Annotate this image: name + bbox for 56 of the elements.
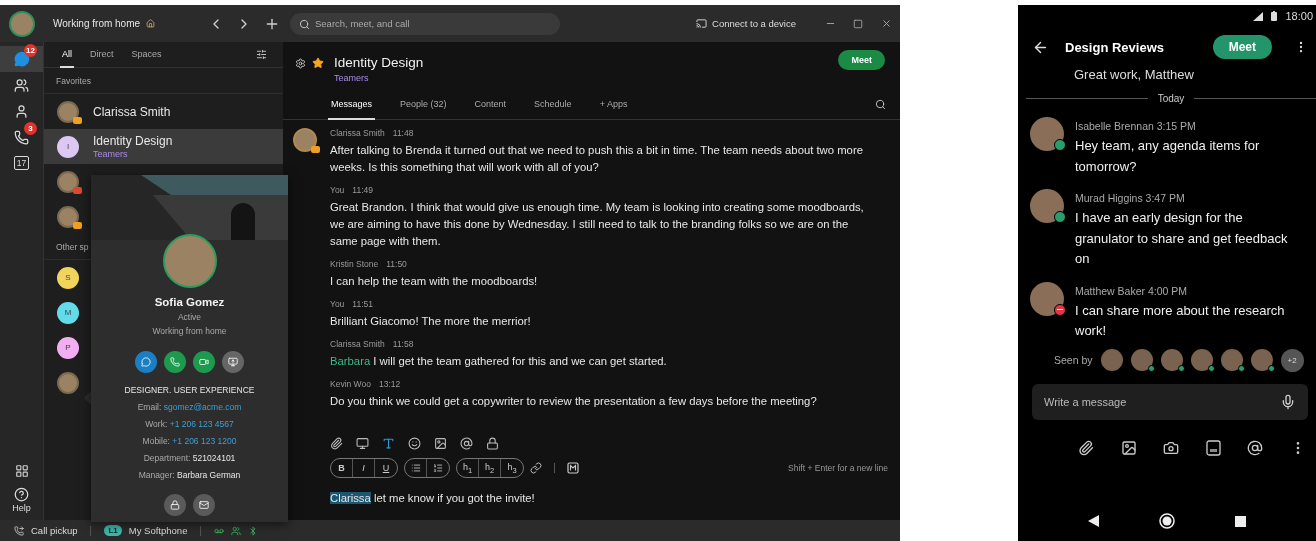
contact-field: Mobile: +1 206 123 1200 bbox=[142, 436, 237, 446]
job-title: DESIGNER. USER EXPERIENCE bbox=[124, 385, 255, 395]
contact-field: Email: sgomez@acme.com bbox=[137, 402, 242, 412]
team-name: Teamers bbox=[334, 73, 370, 83]
sender-name: You bbox=[330, 299, 345, 309]
team-name: Teamers bbox=[93, 149, 129, 159]
message-text: Great Brandon. I think that would give us enough time. My team is looking into creating some moodboards, we are aiming to have this done by Wednesday. I still need to talk to the branding folks so we are on the same page with them. bbox=[330, 200, 865, 249]
message-meta: Matthew Baker 4:00 PM bbox=[1075, 284, 1189, 297]
message-time: 11:48 bbox=[392, 128, 414, 138]
mention-chip: Clarissa bbox=[330, 492, 371, 504]
space-title: Identity Design bbox=[334, 55, 424, 70]
contact-field: Work: +1 206 123 4567 bbox=[145, 419, 234, 429]
more-count: +2 bbox=[1280, 348, 1304, 372]
date-divider: Today bbox=[1157, 93, 1185, 104]
presence-status: Active bbox=[177, 312, 202, 322]
section-title: Other sp bbox=[56, 241, 89, 252]
section-title: Favorites bbox=[56, 75, 91, 86]
contact-field: Manager: Barbara German bbox=[138, 470, 241, 480]
sender-name: Clarissa Smith bbox=[330, 128, 385, 138]
hint-text: Shift + Enter for a new line bbox=[788, 463, 888, 473]
line-badge: L1 bbox=[104, 525, 122, 536]
message-time: 11:49 bbox=[352, 185, 373, 195]
seen-by-label: Seen by bbox=[1054, 354, 1093, 366]
conversation-name: Identity Design bbox=[93, 134, 173, 148]
message-text: Great work, Matthew bbox=[1073, 67, 1195, 84]
unread-badge: 12 bbox=[24, 44, 37, 57]
conversation-title: Design Reviews bbox=[1065, 39, 1164, 55]
message-text: I can help the team with the moodboards! bbox=[330, 274, 538, 289]
unread-badge: 3 bbox=[24, 122, 37, 135]
sender-name: You bbox=[330, 185, 345, 195]
message-text: I have an early design for the granulator to share and get feedback on bbox=[1075, 209, 1289, 268]
message-text: Brilliant Giacomo! The more the merrior! bbox=[330, 314, 531, 329]
message-text: I can share more about the research work! bbox=[1075, 301, 1286, 340]
space-avatar: P bbox=[57, 336, 79, 359]
message-text: Do you think we could get a copywriter to review the presentation a few days before the meeting? bbox=[330, 394, 817, 409]
message-time: 13:12 bbox=[378, 379, 401, 389]
clock-text: 18:00 bbox=[1285, 10, 1313, 22]
sender-name: Clarissa Smith bbox=[330, 339, 385, 349]
sender-name: Kristin Stone bbox=[330, 259, 379, 269]
contact-field: Department: 521024101 bbox=[143, 453, 236, 463]
space-avatar: S bbox=[57, 266, 79, 289]
message-text: Barbara I will get the team gathered for this and we can get started. bbox=[330, 354, 667, 369]
message-meta: Murad Higgins 3:47 PM bbox=[1075, 192, 1186, 204]
message-time: 11:50 bbox=[386, 259, 407, 269]
message-text: Hey team, any agenda items for tomorrow? bbox=[1075, 137, 1261, 176]
status-text: Working from home bbox=[53, 18, 141, 29]
message-text: After talking to Brenda it turned out that we need to push this a bit in time. The team needs about two more weeks. Is this something that will work with all of you? bbox=[330, 143, 864, 175]
message-time: 11:51 bbox=[352, 299, 373, 309]
conversation-name: Clarissa Smith bbox=[93, 104, 171, 119]
status-message: Working from home bbox=[152, 326, 227, 336]
contact-name: Sofia Gomez bbox=[154, 296, 225, 308]
space-avatar: M bbox=[57, 301, 79, 324]
sender-name: Kevin Woo bbox=[330, 379, 371, 389]
message-meta: Isabelle Brennan 3:15 PM bbox=[1075, 120, 1197, 132]
space-avatar: I bbox=[57, 135, 79, 158]
message-time: 11:58 bbox=[392, 339, 414, 349]
